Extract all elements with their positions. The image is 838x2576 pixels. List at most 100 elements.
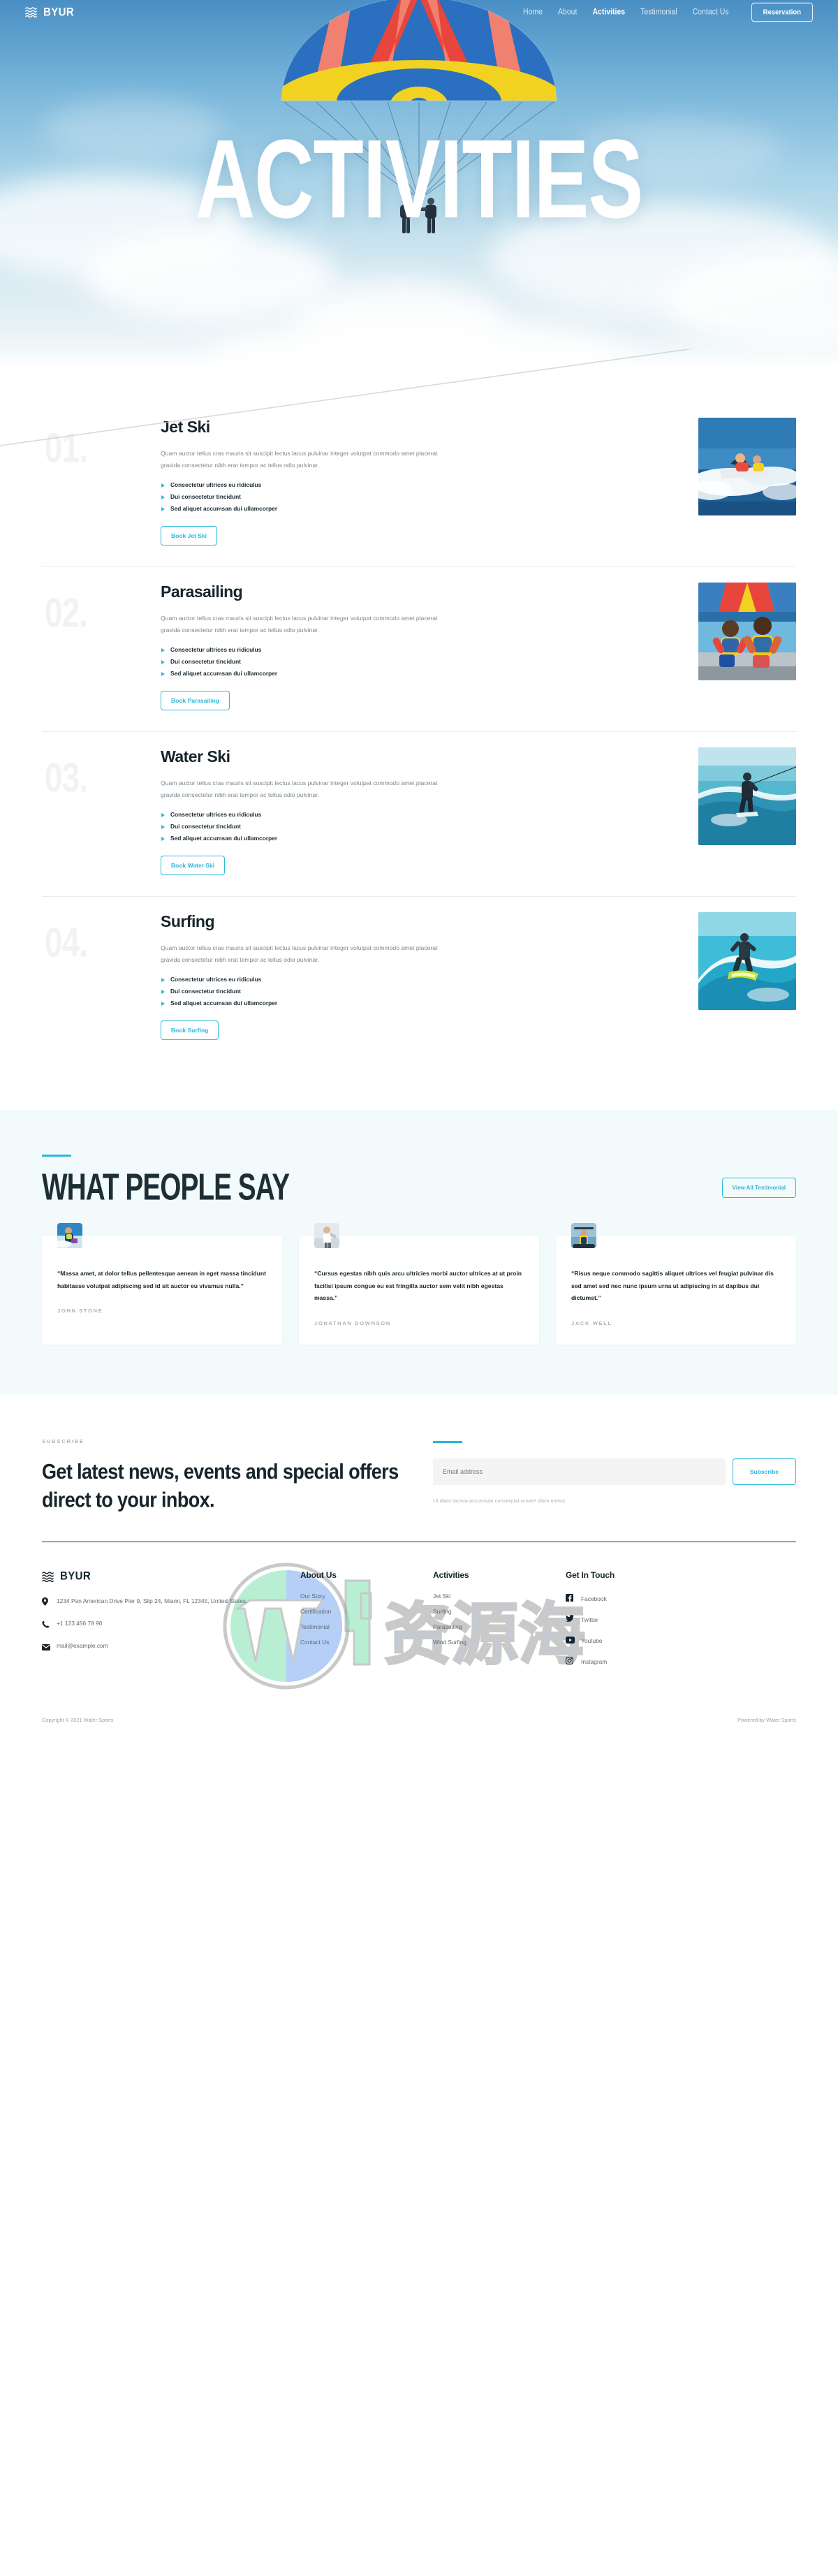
- footer-mail-text: mail@example.com: [57, 1642, 108, 1650]
- footer-column-activities: Activities Jet Ski Surfing Parasailing W…: [433, 1570, 566, 1676]
- nav-links: Home About Activities Testimonial Contac…: [523, 2, 813, 22]
- activity-description: Quam auctor tellus cras mauris sit susci…: [161, 780, 438, 798]
- subscribe-heading: Get latest news, events and special offe…: [42, 1460, 399, 1512]
- testimonial-quote: “Risus neque commodo sagittis aliquet ul…: [571, 1270, 774, 1302]
- footer-link-wind-surfing[interactable]: Wind Surfing: [433, 1639, 566, 1646]
- activity-feature: Dui consectetur tincidunt: [161, 823, 440, 830]
- footer-social-youtube[interactable]: Youtube: [566, 1634, 698, 1647]
- nav-link-activities[interactable]: Activities: [592, 7, 625, 17]
- activity-description: Quam auctor tellus cras mauris sit susci…: [161, 450, 438, 469]
- footer-column-title: About Us: [300, 1570, 337, 1581]
- footer-link-our-story[interactable]: Our Story: [300, 1593, 433, 1600]
- footer-social-label: Facebook: [581, 1595, 607, 1602]
- activity-row: 03. Water Ski Quam auctor tellus cras ma…: [42, 732, 796, 896]
- subscribe-section: SUBSCRIBE Get latest news, events and sp…: [0, 1395, 838, 1542]
- site-footer: BYUR 1234 Pan American Drive Pier 9, Sli…: [42, 1569, 796, 1707]
- phone-icon: [42, 1618, 50, 1632]
- hero-title: ACTIVITIES: [195, 116, 644, 242]
- footer-mail[interactable]: mail@example.com: [42, 1641, 300, 1654]
- view-all-testimonial-button[interactable]: View All Testimonial: [721, 1178, 796, 1198]
- activity-photo-wrap: [698, 583, 796, 680]
- activity-feature: Dui consectetur tincidunt: [161, 988, 440, 995]
- activity-feature: Dui consectetur tincidunt: [161, 658, 440, 665]
- activity-title: Water Ski: [161, 747, 230, 766]
- footer-social-label: Instagram: [581, 1657, 608, 1665]
- nav-link-testimonial[interactable]: Testimonial: [640, 7, 677, 17]
- subscribe-button[interactable]: Subscribe: [732, 1458, 796, 1485]
- activity-description: Quam auctor tellus cras mauris sit susci…: [161, 615, 438, 634]
- testimonial-author: JOHN STONE: [57, 1308, 103, 1315]
- hero-bottom-fade: [0, 323, 838, 365]
- site-navbar: BYUR Home About Activities Testimonial C…: [0, 0, 838, 24]
- activity-feature-list: Consectetur ultrices eu ridiculus Dui co…: [161, 646, 440, 677]
- footer-link-jet-ski[interactable]: Jet Ski: [433, 1593, 566, 1600]
- footer-phone[interactable]: +1 123 456 78 90: [42, 1618, 300, 1632]
- testimonial-author: JACK WELL: [571, 1319, 612, 1326]
- hero-section: ACTIVITIES BYUR Home About Activities Te…: [0, 0, 838, 365]
- footer-copyright-bar: Copyright © 2021 Water Sports Powered by…: [42, 1707, 796, 1741]
- subscribe-note: Ut diam lacinia accumsan consequat ornar…: [433, 1497, 567, 1504]
- reservation-button[interactable]: Reservation: [751, 2, 813, 22]
- activity-feature: Sed aliquet accumsan dui ullamcorper: [161, 670, 440, 677]
- subscribe-kicker: SUBSCRIBE: [42, 1437, 84, 1444]
- footer-social-facebook[interactable]: Facebook: [566, 1593, 698, 1605]
- avatar: [571, 1223, 596, 1248]
- footer-brand-column: BYUR 1234 Pan American Drive Pier 9, Sli…: [42, 1569, 300, 1676]
- activity-title: Jet Ski: [161, 418, 210, 436]
- footer-link-certification[interactable]: Certification: [300, 1608, 433, 1615]
- footer-brand-name: BYUR: [60, 1569, 91, 1583]
- activity-number: 04.: [45, 919, 88, 966]
- footer-column-about-us: About Us Our Story Certification Testimo…: [300, 1570, 433, 1676]
- wave-lines-icon: [25, 7, 37, 17]
- email-input[interactable]: [433, 1458, 726, 1485]
- facebook-icon: [566, 1593, 575, 1605]
- nav-link-home[interactable]: Home: [523, 7, 543, 17]
- avatar: [314, 1223, 339, 1248]
- activity-body: Parasailing Quam auctor tellus cras maur…: [161, 583, 461, 710]
- footer-column-get-in-touch: Get In Touch Facebook Twitter Youtube In…: [565, 1570, 698, 1676]
- brand-logo[interactable]: BYUR: [25, 5, 74, 19]
- activity-feature: Consectetur ultrices eu ridiculus: [161, 646, 440, 653]
- testimonial-cards: “Massa amet, at dolor tellus pellentesqu…: [42, 1223, 796, 1345]
- activity-number: 02.: [45, 589, 88, 636]
- activity-body: Water Ski Quam auctor tellus cras mauris…: [161, 747, 461, 875]
- footer-address: 1234 Pan American Drive Pier 9, Slip 24,…: [42, 1596, 300, 1609]
- book-activity-button[interactable]: Book Surfing: [161, 1020, 219, 1040]
- activity-feature: Dui consectetur tincidunt: [161, 493, 440, 500]
- activity-feature: Sed aliquet accumsan dui ullamcorper: [161, 505, 440, 512]
- testimonials-section: WHAT PEOPLE SAY View All Testimonial “Ma…: [0, 1110, 838, 1395]
- book-activity-button[interactable]: Book Water Ski: [161, 856, 226, 875]
- footer-social-twitter[interactable]: Twitter: [565, 1613, 698, 1626]
- activity-body: Jet Ski Quam auctor tellus cras mauris s…: [161, 418, 461, 546]
- footer-social-label: Youtube: [581, 1637, 603, 1644]
- footer-social-label: Twitter: [581, 1616, 598, 1623]
- page-root: ACTIVITIES BYUR Home About Activities Te…: [0, 0, 838, 1741]
- footer-link-surfing[interactable]: Surfing: [433, 1608, 566, 1615]
- activity-feature: Consectetur ultrices eu ridiculus: [161, 481, 440, 488]
- avatar: [57, 1223, 82, 1248]
- footer-address-text: 1234 Pan American Drive Pier 9, Slip 24,…: [57, 1597, 248, 1605]
- surfing-photo: [698, 912, 796, 1010]
- copyright-text: Copyright © 2021 Water Sports: [42, 1717, 114, 1724]
- activity-photo-wrap: [698, 912, 796, 1010]
- footer-link-testimonial[interactable]: Testimonial: [300, 1623, 433, 1630]
- activity-feature-list: Consectetur ultrices eu ridiculus Dui co…: [161, 481, 440, 512]
- footer-link-parasailing[interactable]: Parasailing: [433, 1623, 566, 1630]
- nav-link-contact-us[interactable]: Contact Us: [693, 7, 729, 17]
- book-activity-button[interactable]: Book Parasailing: [161, 691, 230, 710]
- testimonial-card: “Risus neque commodo sagittis aliquet ul…: [556, 1223, 796, 1345]
- instagram-icon: [565, 1655, 575, 1668]
- activity-row: 04. Surfing Quam auctor tellus cras maur…: [42, 897, 796, 1061]
- nav-link-about[interactable]: About: [558, 7, 577, 17]
- book-activity-button[interactable]: Book Jet Ski: [161, 526, 218, 546]
- activity-feature: Sed aliquet accumsan dui ullamcorper: [161, 835, 440, 842]
- footer-brand[interactable]: BYUR: [42, 1569, 300, 1583]
- footer-link-contact-us[interactable]: Contact Us: [300, 1639, 433, 1646]
- testimonial-quote: “Cursus egestas nibh quis arcu ultricies…: [314, 1270, 522, 1302]
- activity-feature: Sed aliquet accumsan dui ullamcorper: [161, 1000, 440, 1007]
- testimonial-card: “Cursus egestas nibh quis arcu ultricies…: [299, 1223, 539, 1345]
- footer-social-instagram[interactable]: Instagram: [565, 1655, 698, 1668]
- activity-photo-wrap: [698, 418, 796, 515]
- activity-body: Surfing Quam auctor tellus cras mauris s…: [161, 912, 461, 1040]
- powered-by-text: Powered by Water Sports: [737, 1717, 796, 1724]
